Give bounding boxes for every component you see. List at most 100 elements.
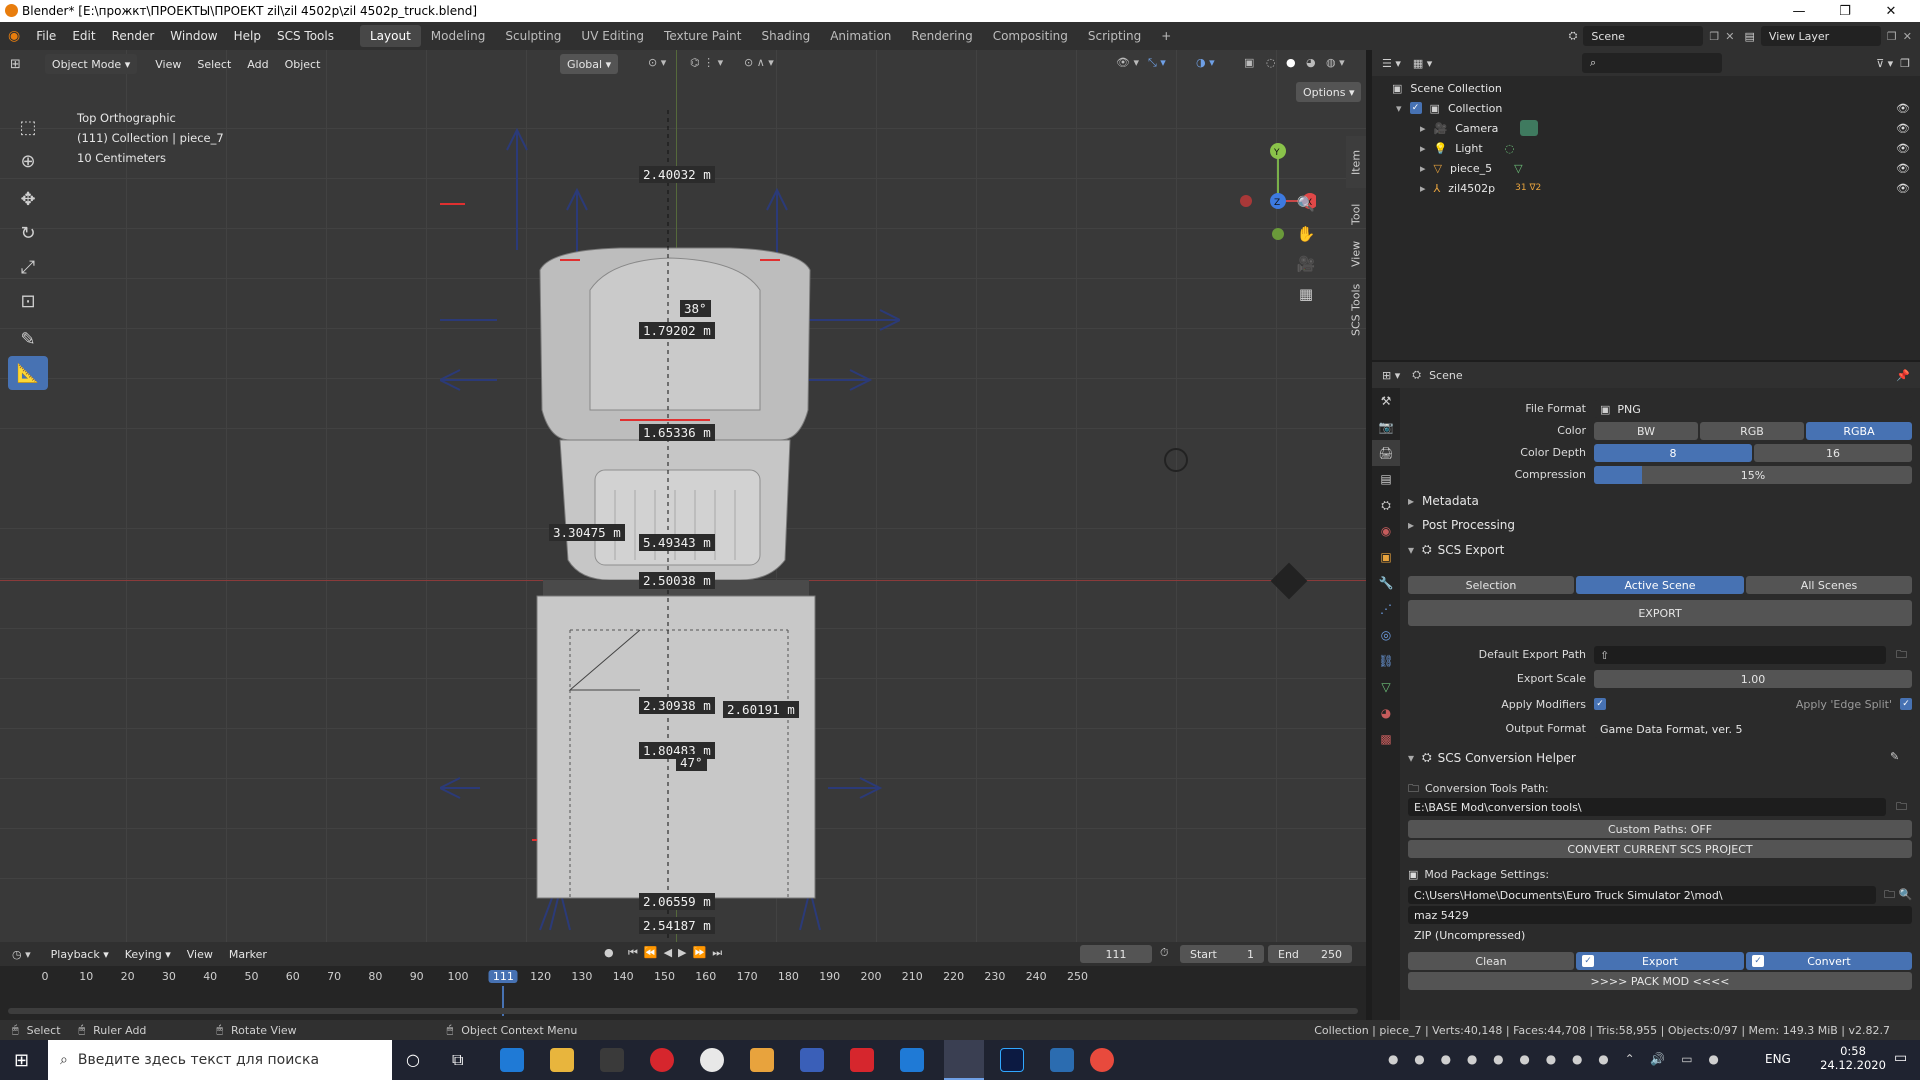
modifiers-tab-icon[interactable]: 🔧 xyxy=(1372,570,1400,596)
scene-selector[interactable]: Scene xyxy=(1583,26,1704,46)
visibility-icon[interactable]: 👁 ▾ xyxy=(1116,56,1139,69)
3d-viewport[interactable]: 2.40032 m 1.79202 m 38° 1.65336 m 3.3047… xyxy=(0,50,1366,942)
mod-path-input[interactable]: C:\Users\Home\Documents\Euro Truck Simul… xyxy=(1408,886,1876,904)
children-count-badge[interactable]: 31 ∇2 xyxy=(1515,183,1541,193)
scene-tab-icon[interactable]: ⛭ xyxy=(1372,492,1400,518)
sidebar-tab-scs-tools[interactable]: SCS Tools xyxy=(1346,278,1366,342)
outliner-row-scene-collection[interactable]: ▣ Scene Collection xyxy=(1372,78,1920,98)
tab-layout[interactable]: Layout xyxy=(359,25,421,47)
end-frame-field[interactable]: End 250 xyxy=(1268,945,1352,963)
post-processing-panel-header[interactable]: ▸ Post Processing xyxy=(1408,518,1515,532)
photos-icon[interactable] xyxy=(1050,1048,1074,1072)
menu-edit[interactable]: Edit xyxy=(64,22,103,50)
timeline-editor[interactable]: ◷ ▾ Playback ▾ Keying ▾ View Marker ● ⏮⏪… xyxy=(0,942,1366,1020)
gizmo-toggle-icon[interactable]: ⤡ ▾ xyxy=(1148,56,1166,70)
pack-mod-button[interactable]: >>>> PACK MOD <<<< xyxy=(1408,972,1912,990)
clean-checkbox[interactable] xyxy=(1414,955,1426,967)
clock[interactable]: 0:58 24.12.2020 xyxy=(1818,1044,1888,1072)
file-format-selector[interactable]: ▣ PNG xyxy=(1594,400,1912,418)
truck-model[interactable] xyxy=(440,110,900,942)
menu-scs-tools[interactable]: SCS Tools xyxy=(269,22,342,50)
folder-browse-icon[interactable]: 🗀 🔍 xyxy=(1884,886,1912,905)
timeline-menu-view[interactable]: View xyxy=(179,940,221,968)
expand-arrow-icon[interactable]: ▸ xyxy=(1420,142,1426,155)
preview-range-icon[interactable]: ⏱ xyxy=(1160,946,1169,960)
menu-help[interactable]: Help xyxy=(226,22,269,50)
editor-type-icon[interactable]: ⊞ xyxy=(10,57,21,72)
material-shading-icon[interactable]: ◕ xyxy=(1306,56,1316,69)
tab-sculpting[interactable]: Sculpting xyxy=(495,25,571,47)
expand-arrow-icon[interactable]: ▸ xyxy=(1420,122,1426,135)
chrome-icon[interactable] xyxy=(1090,1048,1114,1072)
visibility-eye-icon[interactable]: 👁 xyxy=(1896,102,1910,115)
visibility-eye-icon[interactable]: 👁 xyxy=(1896,162,1910,175)
save-app-icon[interactable] xyxy=(800,1048,824,1072)
frame-ruler[interactable]: 0 10 20 30 40 50 60 70 80 90 100 111 120 130 140 150 160… xyxy=(0,966,1366,1016)
mesh-data-icon[interactable]: ▽ xyxy=(1514,162,1522,175)
zoom-icon[interactable]: 🔍 xyxy=(1292,190,1320,218)
scale-icon[interactable]: ⤢ xyxy=(8,250,48,284)
scope-all-scenes-button[interactable]: All Scenes xyxy=(1746,576,1912,594)
material-tab-icon[interactable]: ◕ xyxy=(1372,700,1400,726)
timeline-editor-icon[interactable]: ◷ ▾ xyxy=(12,948,31,961)
output-format-selector[interactable]: Game Data Format, ver. 5 xyxy=(1594,720,1912,738)
tab-compositing[interactable]: Compositing xyxy=(983,25,1078,47)
language-indicator[interactable]: ENG xyxy=(1765,1052,1791,1066)
tab-texture-paint[interactable]: Texture Paint xyxy=(654,25,751,47)
sidebar-tab-item[interactable]: Item xyxy=(1346,136,1366,188)
data-tab-icon[interactable]: ▽ xyxy=(1372,674,1400,700)
tab-shading[interactable]: Shading xyxy=(751,25,820,47)
tool-tab-icon[interactable]: ⚒ xyxy=(1372,388,1400,414)
viewport-menu-add[interactable]: Add xyxy=(239,50,276,78)
menu-render[interactable]: Render xyxy=(104,22,163,50)
outliner-row-light[interactable]: ▸ 💡 Light ◌ 👁 xyxy=(1372,138,1920,158)
expand-arrow-icon[interactable]: ▸ xyxy=(1420,162,1426,175)
outliner-editor-icon[interactable]: ☰ ▾ xyxy=(1382,57,1401,70)
world-tab-icon[interactable]: ◉ xyxy=(1372,518,1400,544)
metadata-panel-header[interactable]: ▸ Metadata xyxy=(1408,494,1479,508)
playback-controls[interactable]: ⏮⏪◀▶⏩⏭ xyxy=(628,946,728,960)
blender-menu-icon[interactable]: ◉ xyxy=(0,22,28,50)
media-player-icon[interactable] xyxy=(750,1048,774,1072)
tab-scripting[interactable]: Scripting xyxy=(1078,25,1151,47)
photoshop-icon[interactable] xyxy=(1000,1048,1024,1072)
pin-icon[interactable]: 📌 xyxy=(1896,369,1910,382)
minimize-button[interactable]: — xyxy=(1776,0,1822,22)
add-workspace-icon[interactable]: + xyxy=(1151,25,1181,47)
solid-shading-icon[interactable]: ● xyxy=(1286,56,1296,69)
tab-animation[interactable]: Animation xyxy=(820,25,901,47)
light-object-icon[interactable] xyxy=(1164,448,1188,472)
sidebar-tab-view[interactable]: View xyxy=(1346,234,1366,274)
scope-active-scene-button[interactable]: Active Scene xyxy=(1576,576,1744,594)
outliner-row-collection[interactable]: ▾ ✓ ▣ Collection 👁 xyxy=(1372,98,1920,118)
visibility-eye-icon[interactable]: 👁 xyxy=(1896,122,1910,135)
folder-browse-icon[interactable]: 🗀 xyxy=(1896,798,1907,817)
camera-data-icon[interactable] xyxy=(1520,120,1539,136)
convert-toggle[interactable]: ✓ Convert xyxy=(1746,952,1912,970)
scs-export-panel-header[interactable]: ▾ ⛭ SCS Export xyxy=(1408,542,1504,557)
view-layer-tab-icon[interactable]: ▤ xyxy=(1372,466,1400,492)
apply-edge-split-checkbox[interactable]: ✓ xyxy=(1900,698,1912,710)
texture-tab-icon[interactable]: ▩ xyxy=(1372,726,1400,752)
windows-start-icon[interactable]: ⊞ xyxy=(14,1050,29,1071)
collection-checkbox[interactable]: ✓ xyxy=(1409,102,1422,114)
maximize-button[interactable]: ❐ xyxy=(1822,0,1868,22)
mail-icon[interactable] xyxy=(900,1048,924,1072)
start-frame-field[interactable]: Start 1 xyxy=(1180,945,1264,963)
color-rgba-button[interactable]: RGBA xyxy=(1806,422,1912,440)
viewport-menu-view[interactable]: View xyxy=(147,50,189,78)
conversion-tools-path-input[interactable]: E:\BASE Mod\conversion tools\ xyxy=(1408,798,1886,816)
select-box-icon[interactable]: ⬚ xyxy=(8,110,48,144)
visibility-eye-icon[interactable]: 👁 xyxy=(1896,142,1910,155)
physics-tab-icon[interactable]: ◎ xyxy=(1372,622,1400,648)
xray-icon[interactable]: ▣ xyxy=(1244,56,1254,69)
transform-icon[interactable]: ⊡ xyxy=(8,284,48,318)
proportional-edit-icon[interactable]: ⊙ ∧ ▾ xyxy=(744,56,774,69)
new-view-layer-icon[interactable]: ❐ xyxy=(1887,30,1897,43)
ortho-toggle-icon[interactable]: ▦ xyxy=(1292,280,1320,308)
snap-icon[interactable]: ⌬ ⋮ ▾ xyxy=(690,56,723,69)
camera-view-icon[interactable]: 🎥 xyxy=(1292,250,1320,278)
mod-name-input[interactable]: maz 5429 xyxy=(1408,906,1912,924)
default-export-path-input[interactable]: ⇧ xyxy=(1594,646,1886,664)
export-toggle[interactable]: ✓ Export xyxy=(1576,952,1744,970)
